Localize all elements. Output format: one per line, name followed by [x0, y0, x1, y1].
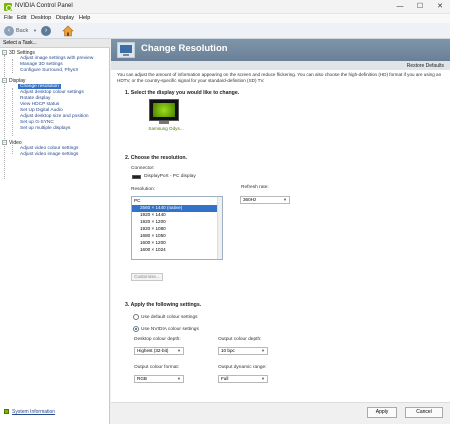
chevron-down-icon: ▼ — [177, 348, 181, 353]
close-button[interactable]: ✕ — [430, 0, 450, 14]
section-select-display: 1. Select the display you would like to … — [125, 90, 240, 96]
customise-button[interactable]: Customise... — [131, 273, 163, 281]
chevron-down-icon: ▼ — [261, 376, 265, 381]
tree-guide-line — [12, 145, 13, 154]
cancel-button[interactable]: Cancel — [405, 407, 443, 418]
monitor-stand — [159, 121, 169, 124]
monitor-screen — [153, 103, 175, 117]
refresh-rate-label: Refresh rate: — [241, 185, 269, 190]
sidebar-item-desktop-size[interactable]: Adjust desktop size and position — [20, 114, 89, 119]
toolbar: ‹ Back ▼ › — [0, 23, 450, 39]
menu-desktop[interactable]: Desktop — [31, 15, 51, 21]
output-colour-depth-value: 10 bpc — [221, 348, 235, 353]
system-information-link[interactable]: System Information — [12, 409, 55, 415]
tree-guide-line — [12, 88, 13, 136]
section-apply-settings: 3. Apply the following settings. — [125, 302, 202, 308]
desktop-colour-depth-value: Highest (32-bit) — [137, 348, 169, 353]
sidebar-item-adjust-image-settings[interactable]: Adjust image settings with preview — [20, 56, 93, 61]
sidebar-item-adjust-desktop-colour[interactable]: Adjust desktop colour settings — [20, 90, 84, 95]
resolution-option[interactable]: 1600 × 1200 — [132, 240, 222, 247]
page-title: Change Resolution — [141, 43, 228, 54]
resolution-option[interactable]: 1680 × 1050 — [132, 233, 222, 240]
resolution-list[interactable]: PC 2560 × 1440 (native) 1920 × 1440 1920… — [131, 196, 223, 260]
resolution-category: PC — [134, 198, 141, 203]
output-dynamic-range-value: Full — [221, 376, 229, 381]
sidebar-item-gsync[interactable]: Set up G-SYNC — [20, 120, 54, 125]
resolution-option[interactable]: 1920 × 1200 — [132, 219, 222, 226]
radio-nvidia-colour[interactable] — [133, 326, 139, 332]
display-tile[interactable]: Samsung Odys... — [147, 99, 184, 135]
page-header: Change Resolution — [111, 39, 450, 61]
collapse-video-icon[interactable]: − — [2, 140, 7, 145]
menu-help[interactable]: Help — [79, 15, 90, 21]
chevron-down-icon: ▼ — [283, 197, 287, 202]
connector-value: DisplayPort - PC display — [144, 174, 196, 179]
system-info-icon[interactable] — [4, 409, 9, 414]
output-colour-format-label: Output colour format: — [134, 365, 180, 370]
resolution-scrollbar[interactable] — [217, 197, 222, 259]
refresh-rate-value: 360Hz — [243, 197, 257, 202]
main-panel: Change Resolution Restore Defaults You c… — [111, 39, 450, 424]
display-name: Samsung Odys... — [148, 126, 184, 131]
tree-guide-line — [12, 59, 13, 73]
chevron-down-icon: ▼ — [261, 348, 265, 353]
monitor-icon — [149, 99, 179, 121]
sidebar-item-video-colour[interactable]: Adjust video colour settings — [20, 146, 78, 151]
output-colour-format-dropdown[interactable]: RGB ▼ — [134, 375, 184, 383]
sidebar-item-change-resolution[interactable]: Change resolution — [18, 84, 61, 89]
chevron-down-icon: ▼ — [177, 376, 181, 381]
home-icon[interactable] — [62, 25, 74, 37]
output-dynamic-range-label: Output dynamic range: — [218, 365, 267, 370]
chevron-down-icon[interactable]: ▼ — [33, 28, 37, 33]
back-arrow-icon[interactable]: ‹ — [4, 26, 14, 36]
output-colour-depth-label: Output colour depth: — [218, 337, 262, 342]
radio-default-colour[interactable] — [133, 314, 139, 320]
menu-edit[interactable]: Edit — [17, 15, 26, 21]
back-button-label[interactable]: Back — [16, 28, 28, 34]
displayport-icon — [132, 175, 141, 179]
task-panel-header: Select a Task... — [0, 39, 110, 48]
window-title: NVIDIA Control Panel — [15, 3, 73, 9]
sidebar-item-video-image[interactable]: Adjust video image settings — [20, 152, 78, 157]
sidebar-item-rotate-display[interactable]: Rotate display — [20, 96, 50, 101]
output-colour-depth-dropdown[interactable]: 10 bpc ▼ — [218, 347, 268, 355]
sidebar-item-manage-3d-settings[interactable]: Manage 3D settings — [20, 62, 63, 67]
desktop-colour-depth-label: Desktop colour depth: — [134, 337, 181, 342]
collapse-3d-settings-icon[interactable]: − — [2, 50, 7, 55]
resolution-label: Resolution: — [131, 187, 155, 192]
title-bar: NVIDIA Control Panel — ☐ ✕ — [0, 0, 450, 14]
task-panel: Select a Task... − 3D Settings Adjust im… — [0, 39, 110, 424]
button-bar — [111, 402, 450, 424]
output-colour-format-value: RGB — [137, 376, 147, 381]
restore-bar: Restore Defaults — [111, 61, 450, 70]
menu-display[interactable]: Display — [56, 15, 74, 21]
page-description: You can adjust the amount of information… — [117, 72, 442, 83]
resolution-option[interactable]: 1600 × 1024 — [132, 247, 222, 254]
sidebar-item-view-hdcp[interactable]: View HDCP status — [20, 102, 59, 107]
section-choose-resolution: 2. Choose the resolution. — [125, 155, 187, 161]
menu-bar: File Edit Desktop Display Help — [0, 14, 450, 23]
sidebar-item-configure-surround[interactable]: Configure Surround, PhysX — [20, 68, 78, 73]
collapse-display-icon[interactable]: − — [2, 78, 7, 83]
desktop-colour-depth-dropdown[interactable]: Highest (32-bit) ▼ — [134, 347, 184, 355]
sidebar-item-digital-audio[interactable]: Set Up Digital Audio — [20, 108, 63, 113]
connector-label: Connector: — [131, 166, 155, 171]
apply-button[interactable]: Apply — [367, 407, 397, 418]
display-settings-icon — [117, 42, 135, 58]
refresh-rate-dropdown[interactable]: 360Hz ▼ — [240, 196, 290, 204]
maximize-button[interactable]: ☐ — [410, 0, 430, 14]
resolution-option[interactable]: 1920 × 1080 — [132, 226, 222, 233]
forward-arrow-icon[interactable]: › — [41, 26, 51, 36]
tree-guide-line — [4, 55, 5, 179]
radio-nvidia-colour-label[interactable]: Use NVIDIA colour settings — [141, 327, 199, 332]
sidebar-item-multiple-displays[interactable]: Set up multiple displays — [20, 126, 70, 131]
minimize-button[interactable]: — — [390, 0, 410, 14]
output-dynamic-range-dropdown[interactable]: Full ▼ — [218, 375, 268, 383]
resolution-option[interactable]: 2560 × 1440 (native) — [132, 205, 222, 212]
resolution-option[interactable]: 1920 × 1440 — [132, 212, 222, 219]
menu-file[interactable]: File — [4, 15, 13, 21]
restore-defaults-link[interactable]: Restore Defaults — [407, 63, 444, 69]
nvidia-logo-icon — [4, 3, 12, 11]
radio-default-colour-label[interactable]: Use default colour settings — [141, 315, 198, 320]
